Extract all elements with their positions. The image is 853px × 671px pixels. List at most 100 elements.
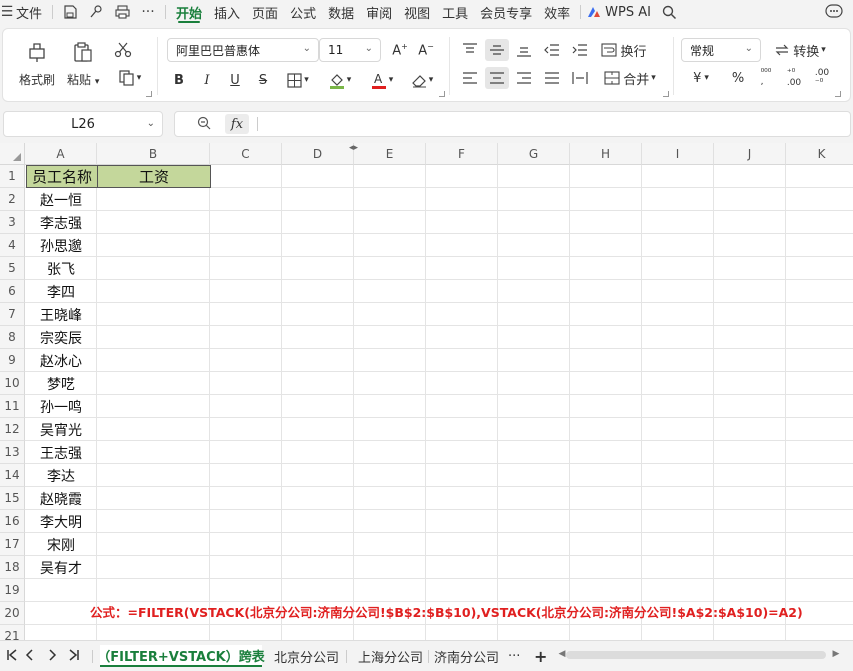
row-header-10[interactable]: 10 bbox=[0, 372, 25, 395]
align-right-button[interactable] bbox=[513, 67, 535, 89]
row-header-2[interactable]: 2 bbox=[0, 188, 25, 211]
column-header-d[interactable]: D bbox=[282, 143, 354, 165]
cell-employee-name[interactable]: 孙思邈 bbox=[25, 234, 97, 257]
tab-efficiency[interactable]: 效率 bbox=[538, 0, 576, 24]
decrease-font-button[interactable]: A− bbox=[415, 39, 437, 61]
tab-formula[interactable]: 公式 bbox=[284, 0, 322, 24]
font-launcher-icon[interactable] bbox=[439, 91, 445, 97]
decrease-indent-button[interactable] bbox=[541, 39, 563, 61]
column-header-j[interactable]: J bbox=[714, 143, 786, 165]
row-header-5[interactable]: 5 bbox=[0, 257, 25, 280]
wrap-text-button[interactable]: 换行 bbox=[599, 39, 649, 61]
next-sheet-icon[interactable] bbox=[42, 649, 62, 665]
column-header-c[interactable]: C bbox=[210, 143, 282, 165]
hamburger-menu-icon[interactable]: ☰ bbox=[0, 0, 14, 24]
column-header-g[interactable]: G bbox=[498, 143, 570, 165]
row-header-4[interactable]: 4 bbox=[0, 234, 25, 257]
print-icon[interactable] bbox=[109, 0, 135, 24]
cell-employee-name[interactable]: 宗奕辰 bbox=[25, 326, 97, 349]
cell-employee-name[interactable]: 李四 bbox=[25, 280, 97, 303]
row-header-9[interactable]: 9 bbox=[0, 349, 25, 372]
row-header-3[interactable]: 3 bbox=[0, 211, 25, 234]
tab-tools[interactable]: 工具 bbox=[436, 0, 474, 24]
column-header-h[interactable]: H bbox=[570, 143, 642, 165]
prev-sheet-icon[interactable] bbox=[20, 649, 40, 665]
strikethrough-button[interactable]: S bbox=[253, 69, 273, 91]
decrease-decimal-button[interactable]: .00 ⁻⁰ bbox=[811, 67, 833, 89]
column-header-f[interactable]: F bbox=[426, 143, 498, 165]
paste-button[interactable]: 粘贴 ▾ bbox=[67, 39, 99, 88]
italic-button[interactable]: I bbox=[197, 69, 217, 91]
justify-button[interactable] bbox=[541, 67, 563, 89]
tab-insert[interactable]: 插入 bbox=[208, 0, 246, 24]
sheet-tab-shanghai[interactable]: 上海分公司 bbox=[354, 645, 427, 667]
column-resize-handle-icon[interactable]: ◂▸ bbox=[349, 143, 358, 153]
cell-employee-name[interactable]: 李达 bbox=[25, 464, 97, 487]
select-all-corner[interactable] bbox=[0, 143, 25, 165]
alignment-launcher-icon[interactable] bbox=[663, 91, 669, 97]
cell-employee-name[interactable]: 赵一恒 bbox=[25, 188, 97, 211]
clear-format-button[interactable]: ▾ bbox=[405, 69, 439, 91]
formula-input[interactable] bbox=[265, 116, 845, 134]
cell-a1-header[interactable]: 员工名称 bbox=[26, 165, 98, 188]
save-icon[interactable] bbox=[57, 0, 83, 24]
cell-employee-name[interactable]: 赵冰心 bbox=[25, 349, 97, 372]
distribute-button[interactable] bbox=[569, 67, 591, 89]
row-header-17[interactable]: 17 bbox=[0, 533, 25, 556]
row-header-16[interactable]: 16 bbox=[0, 510, 25, 533]
column-header-k[interactable]: K bbox=[786, 143, 853, 165]
currency-button[interactable]: ¥ ▾ bbox=[685, 67, 717, 89]
clipboard-launcher-icon[interactable] bbox=[146, 91, 152, 97]
cell-employee-name[interactable]: 王志强 bbox=[25, 441, 97, 464]
align-center-button[interactable] bbox=[485, 67, 509, 89]
more-icon[interactable]: ··· bbox=[135, 0, 161, 24]
tab-home[interactable]: 开始 bbox=[170, 0, 208, 24]
align-middle-button[interactable] bbox=[485, 39, 509, 61]
cell-employee-name[interactable]: 李大明 bbox=[25, 510, 97, 533]
row-header-20[interactable]: 20 bbox=[0, 602, 25, 625]
cell-employee-name[interactable]: 李志强 bbox=[25, 211, 97, 234]
bold-button[interactable]: B bbox=[169, 69, 189, 91]
formula-note[interactable]: 公式：=FILTER(VSTACK(北京分公司:济南分公司!$B$2:$B$10… bbox=[90, 602, 803, 621]
increase-indent-button[interactable] bbox=[569, 39, 591, 61]
sheet-tab-beijing[interactable]: 北京分公司 bbox=[270, 645, 343, 667]
row-header-12[interactable]: 12 bbox=[0, 418, 25, 441]
more-sheets-button[interactable]: ··· bbox=[504, 645, 524, 667]
border-button[interactable]: ▾ bbox=[281, 69, 315, 91]
sheet-tab-jinan[interactable]: 济南分公司 bbox=[430, 645, 503, 667]
font-size-select[interactable]: 11 ⌄ bbox=[319, 38, 381, 62]
row-header-15[interactable]: 15 bbox=[0, 487, 25, 510]
cell-employee-name[interactable]: 吴宵光 bbox=[25, 418, 97, 441]
sheet-tab-filter-vstack[interactable]: （FILTER+VSTACK）跨表 bbox=[97, 645, 265, 667]
align-bottom-button[interactable] bbox=[513, 39, 535, 61]
row-header-7[interactable]: 7 bbox=[0, 303, 25, 326]
column-header-e[interactable]: E bbox=[354, 143, 426, 165]
add-sheet-button[interactable]: + bbox=[530, 645, 551, 667]
cell-employee-name[interactable]: 梦呓 bbox=[25, 372, 97, 395]
row-header-18[interactable]: 18 bbox=[0, 556, 25, 579]
tab-review[interactable]: 审阅 bbox=[360, 0, 398, 24]
share-icon[interactable] bbox=[83, 0, 109, 24]
column-header-i[interactable]: I bbox=[642, 143, 714, 165]
search-icon[interactable] bbox=[657, 0, 683, 24]
tab-page[interactable]: 页面 bbox=[246, 0, 284, 24]
font-name-select[interactable]: 阿里巴巴普惠体 ⌄ bbox=[167, 38, 319, 62]
number-launcher-icon[interactable] bbox=[835, 91, 841, 97]
first-sheet-icon[interactable] bbox=[2, 649, 22, 665]
underline-button[interactable]: U bbox=[225, 69, 245, 91]
cell-b1-header[interactable]: 工资 bbox=[97, 165, 211, 188]
zoom-icon[interactable] bbox=[197, 116, 212, 135]
convert-button[interactable]: 转换 ▾ bbox=[769, 39, 831, 61]
percent-button[interactable]: % bbox=[727, 67, 749, 89]
row-header-14[interactable]: 14 bbox=[0, 464, 25, 487]
row-header-11[interactable]: 11 bbox=[0, 395, 25, 418]
align-top-button[interactable] bbox=[459, 39, 481, 61]
column-header-a[interactable]: A bbox=[25, 143, 97, 165]
tab-view[interactable]: 视图 bbox=[398, 0, 436, 24]
scroll-right-icon[interactable]: ▶ bbox=[826, 649, 846, 659]
merge-button[interactable]: 合并 ▾ bbox=[599, 67, 661, 89]
wps-ai-button[interactable]: WPS AI bbox=[603, 0, 657, 24]
last-sheet-icon[interactable] bbox=[64, 649, 84, 665]
cell-employee-name[interactable]: 吴有才 bbox=[25, 556, 97, 579]
row-header-13[interactable]: 13 bbox=[0, 441, 25, 464]
